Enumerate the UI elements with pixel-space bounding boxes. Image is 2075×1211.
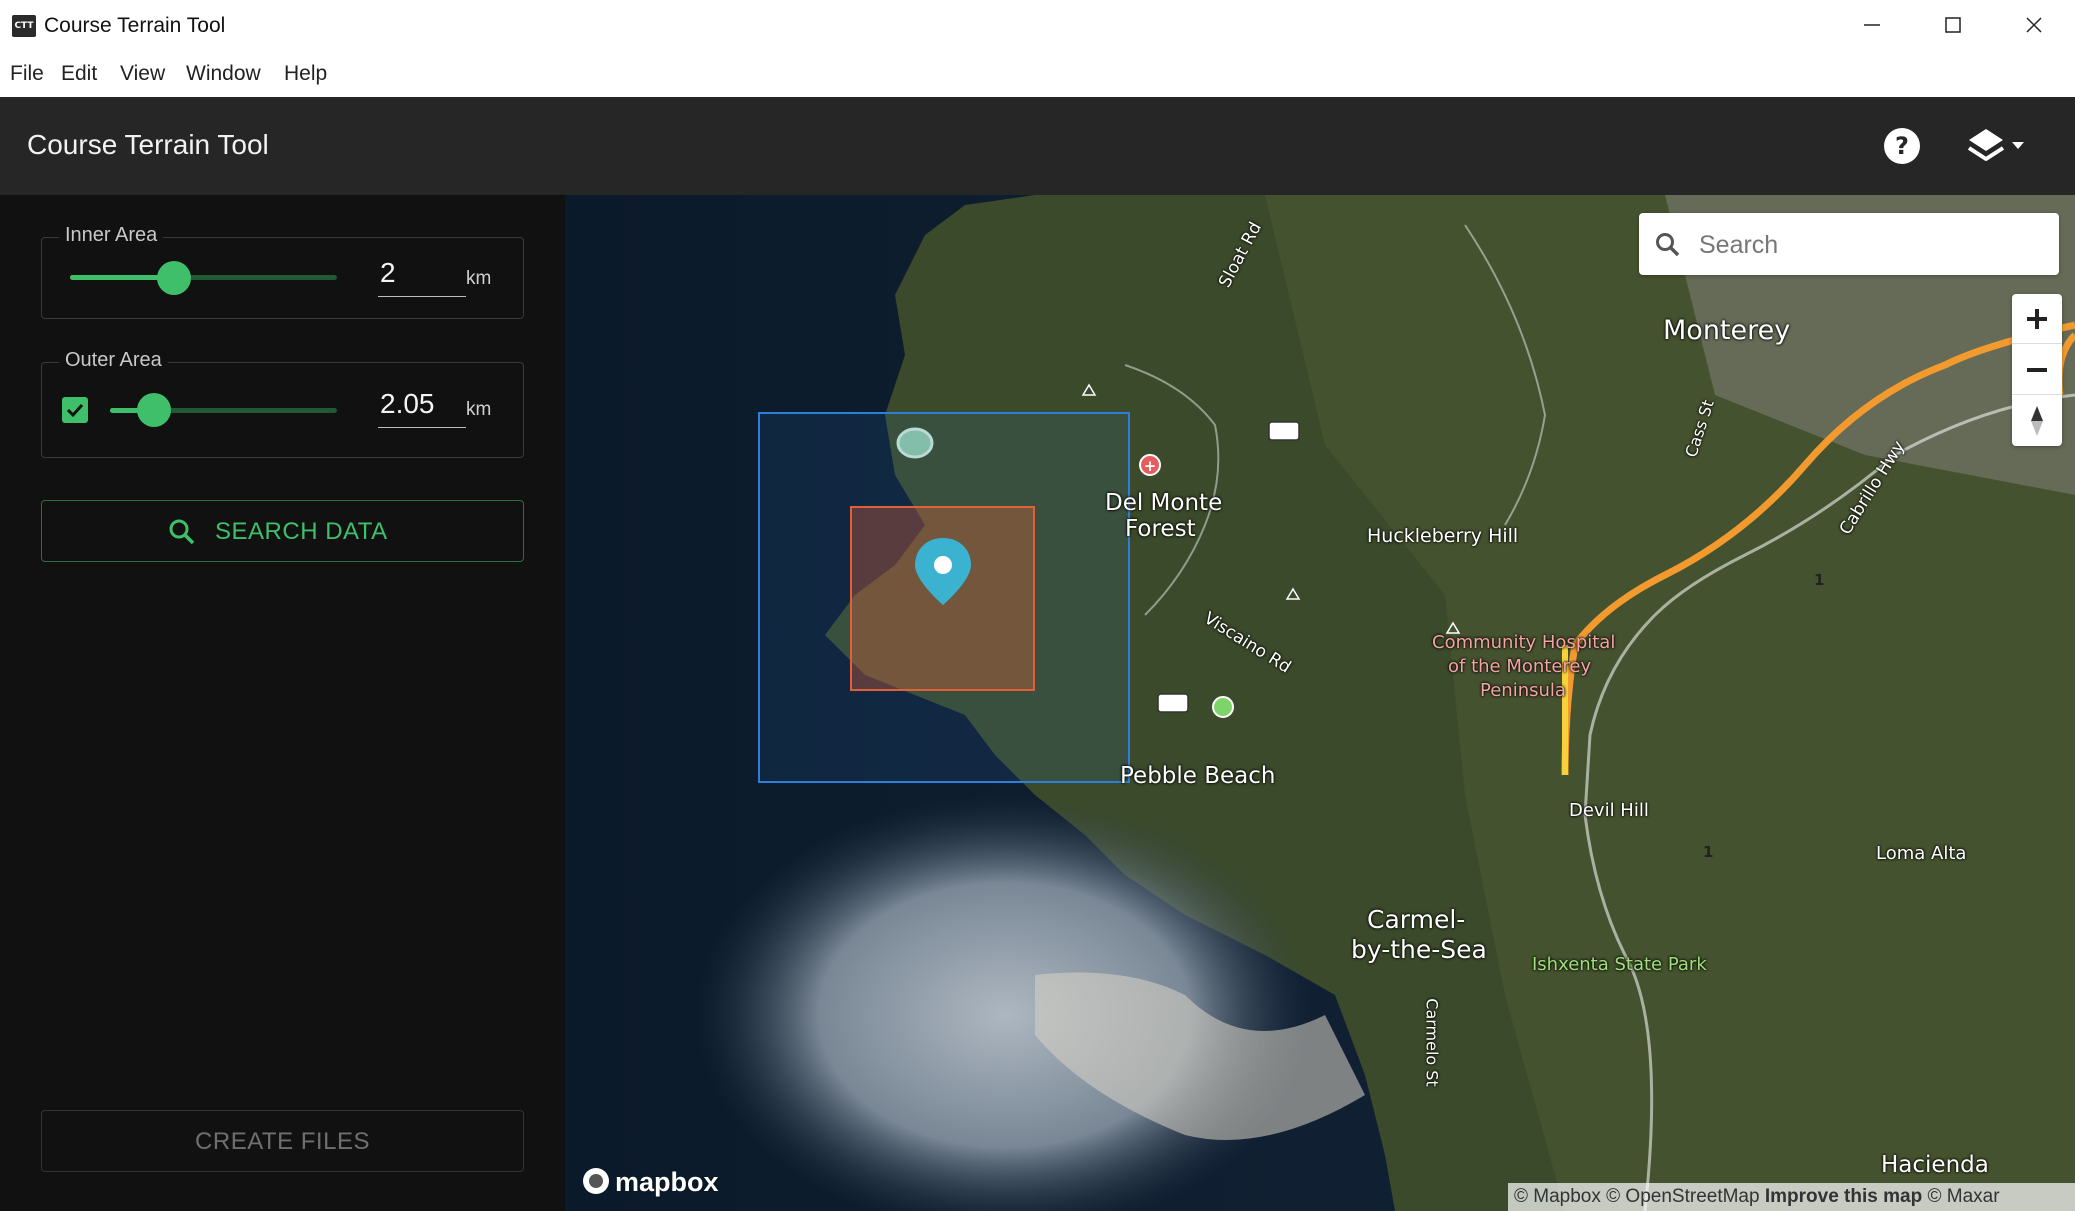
attribution-maxar-link[interactable]: © Maxar (1927, 1186, 1999, 1207)
map-label-devil-hill: Devil Hill (1569, 800, 1649, 821)
map-label-forest: Forest (1125, 516, 1196, 542)
inner-area-slider-thumb[interactable] (157, 261, 191, 295)
help-button[interactable]: ? (1883, 127, 1921, 165)
app-header (0, 97, 2075, 195)
check-icon (66, 403, 84, 418)
search-icon (169, 519, 195, 545)
map-search-box[interactable]: Search (1639, 213, 2059, 275)
maximize-button[interactable] (1913, 0, 1993, 51)
map-label-hospital-line1: Community Hospital (1432, 632, 1616, 653)
page-title: Course Terrain Tool (27, 129, 269, 160)
attribution-mapbox-link[interactable]: © Mapbox (1514, 1186, 1601, 1207)
inner-area-input[interactable]: 2 (378, 257, 466, 297)
minimize-icon (1864, 24, 1880, 26)
menu-view[interactable]: View (120, 62, 165, 86)
minimize-button[interactable] (1832, 0, 1912, 51)
minus-icon (2027, 368, 2047, 372)
search-data-button[interactable]: SEARCH DATA (41, 500, 524, 562)
search-data-label: SEARCH DATA (215, 518, 388, 545)
menu-edit[interactable]: Edit (61, 62, 97, 86)
map-search-placeholder: Search (1699, 231, 1779, 259)
attribution-improve-link[interactable]: Improve this map (1765, 1186, 1922, 1207)
map-label-carmel-line1: Carmel- (1367, 905, 1466, 934)
svg-text:+: + (1144, 457, 1157, 475)
window-titlebar: CTT Course Terrain Tool (0, 0, 2075, 51)
attribution-osm-link[interactable]: © OpenStreetMap (1606, 1186, 1759, 1207)
map-label-pebble-beach: Pebble Beach (1120, 763, 1276, 789)
reset-bearing-button[interactable] (2012, 396, 2062, 446)
map-view[interactable]: + Monterey Del Monte Forest Huckleberry … (565, 195, 2075, 1211)
plus-icon (2027, 309, 2047, 329)
map-label-loma-alta: Loma Alta (1876, 843, 1967, 864)
outer-area-unit: km (466, 399, 492, 420)
map-label-monterey: Monterey (1663, 315, 1791, 346)
map-label-ishxenta-state-park: Ishxenta State Park (1532, 954, 1707, 975)
search-icon (1656, 233, 1680, 257)
menu-window[interactable]: Window (186, 62, 261, 86)
outer-area-input[interactable]: 2.05 (378, 388, 466, 428)
map-label-hospital-line2: of the Monterey (1448, 656, 1592, 677)
outer-area-slider-thumb[interactable] (137, 393, 171, 427)
map-label-del-monte: Del Monte (1105, 490, 1223, 516)
layers-icon (1967, 129, 2024, 161)
help-circle-icon: ? (1884, 128, 1920, 164)
create-files-button[interactable]: CREATE FILES (41, 1110, 524, 1172)
map-label-carmelo-st: Carmelo St (1422, 998, 1442, 1087)
mapbox-logo[interactable]: mapbox (581, 1166, 719, 1198)
menu-file[interactable]: File (10, 62, 44, 86)
map-label-hospital-line3: Peninsula (1480, 680, 1566, 701)
create-files-label: CREATE FILES (195, 1128, 370, 1155)
map-navigation-control (2012, 294, 2062, 446)
zoom-in-button[interactable] (2012, 294, 2062, 344)
mapbox-logo-text: mapbox (615, 1167, 719, 1197)
map-label-hacienda: Hacienda (1881, 1152, 1989, 1178)
map-attribution: © Mapbox © OpenStreetMap Improve this ma… (1508, 1183, 2075, 1211)
outer-area-checkbox[interactable] (62, 397, 88, 423)
inner-area-unit: km (466, 268, 492, 289)
mapbox-logo-icon (583, 1168, 609, 1194)
inner-area-legend: Inner Area (59, 224, 164, 247)
app-icon: CTT (12, 15, 36, 37)
layers-menu-button[interactable] (1967, 127, 2027, 165)
outer-area-legend: Outer Area (59, 349, 168, 372)
close-button[interactable] (1994, 0, 2074, 51)
maximize-icon (1945, 17, 1961, 33)
map-label-carmel-line2: by-the-Sea (1351, 935, 1487, 964)
sidebar (0, 195, 565, 1211)
map-label-huckleberry-hill: Huckleberry Hill (1367, 525, 1519, 547)
compass-icon (2031, 406, 2043, 436)
zoom-out-button[interactable] (2012, 345, 2062, 395)
window-title: Course Terrain Tool (44, 14, 226, 37)
route-1-shield-north: 1 (1814, 571, 1825, 589)
route-1-shield-south: 1 (1703, 843, 1714, 861)
svg-text:?: ? (1895, 132, 1909, 160)
menu-help[interactable]: Help (284, 62, 327, 86)
satellite-imagery: + (565, 195, 2075, 1211)
close-icon (2026, 17, 2042, 33)
